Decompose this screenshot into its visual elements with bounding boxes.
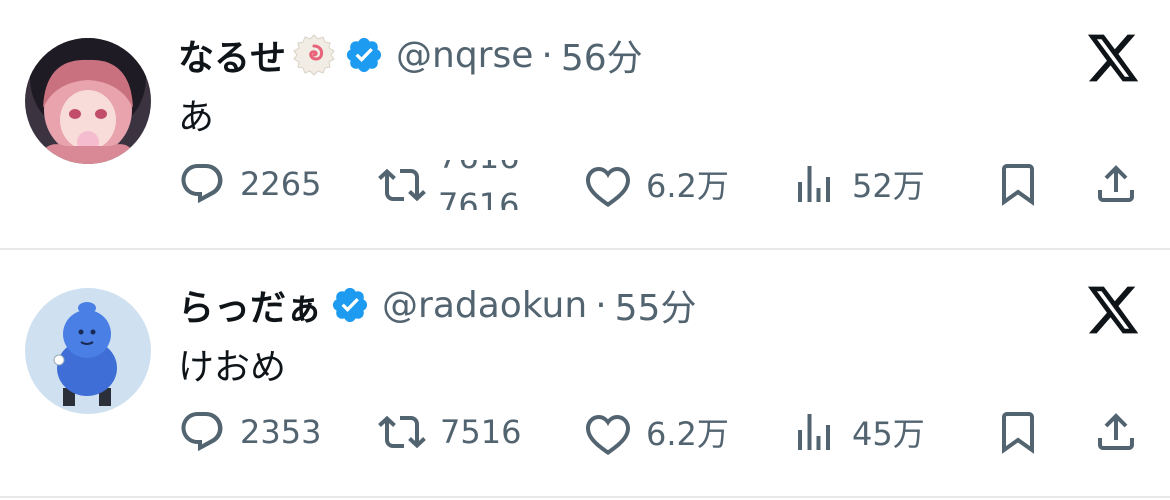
view-count: 52万: [852, 167, 925, 205]
timestamp[interactable]: 55分: [615, 279, 697, 331]
retweet-icon: [378, 415, 426, 449]
like-count: 6.2万: [646, 167, 729, 205]
display-name[interactable]: らっだぁ: [178, 279, 322, 331]
x-logo-icon[interactable]: [1085, 284, 1141, 336]
bookmark-button[interactable]: [994, 160, 1042, 208]
reply-button[interactable]: 2265: [178, 160, 321, 208]
naruto-fishcake-emoji-icon: [293, 34, 335, 76]
like-button[interactable]: 6.2万: [584, 408, 729, 456]
username-handle[interactable]: @nqrse: [396, 35, 533, 76]
bar-chart-icon: [798, 414, 830, 450]
separator-dot: ·: [595, 284, 607, 326]
tweet-1[interactable]: なるせ @nqrse · 56分 あ 2265 7616 7616: [0, 0, 1170, 248]
heart-icon: [586, 414, 630, 456]
bar-chart-icon: [798, 166, 830, 202]
retweet-count-new: 7616: [438, 186, 520, 210]
verified-badge-icon[interactable]: [330, 285, 370, 325]
share-button[interactable]: [1092, 408, 1140, 456]
views-button[interactable]: 52万: [790, 160, 925, 208]
action-bar: 2265 7616 7616 6.2万 52万: [178, 160, 1138, 210]
retweet-count-rolling: 7616 7616: [438, 160, 533, 210]
avatar[interactable]: [25, 38, 151, 164]
reply-button[interactable]: 2353: [178, 408, 321, 456]
reply-count: 2353: [240, 413, 322, 451]
share-icon: [1098, 413, 1134, 450]
verified-badge-icon[interactable]: [344, 35, 384, 75]
view-count: 45万: [852, 415, 925, 453]
bookmark-icon: [1002, 164, 1034, 206]
bookmark-button[interactable]: [994, 408, 1042, 456]
retweet-count-old: 7616: [438, 160, 519, 176]
share-button[interactable]: [1092, 160, 1140, 208]
reply-icon: [181, 164, 223, 204]
retweet-button[interactable]: 7516: [378, 408, 521, 456]
reply-count: 2265: [240, 165, 322, 203]
like-button[interactable]: 6.2万: [584, 160, 729, 208]
like-count: 6.2万: [646, 415, 729, 453]
username-handle[interactable]: @radaokun: [382, 285, 587, 326]
separator-dot: ·: [541, 34, 553, 76]
avatar[interactable]: [25, 288, 151, 414]
timestamp[interactable]: 56分: [561, 29, 643, 81]
share-icon: [1098, 165, 1134, 202]
heart-icon: [586, 166, 630, 208]
retweet-count: 7516: [440, 413, 522, 451]
display-name[interactable]: なるせ: [178, 29, 286, 81]
retweet-button[interactable]: 7616 7616: [378, 160, 533, 210]
tweet-text: けおめ: [178, 347, 287, 388]
bookmark-icon: [1002, 412, 1034, 454]
reply-icon: [181, 412, 223, 452]
views-button[interactable]: 45万: [790, 408, 925, 456]
retweet-icon: [378, 168, 426, 202]
x-logo-icon[interactable]: [1085, 32, 1141, 84]
tweet-divider: [0, 496, 1170, 498]
action-bar: 2353 7516 6.2万 45万: [178, 408, 1138, 458]
tweet-text: あ: [178, 97, 215, 138]
tweet-2[interactable]: らっだぁ @radaokun · 55分 けおめ 2353 7516 6.2万 …: [0, 250, 1170, 498]
